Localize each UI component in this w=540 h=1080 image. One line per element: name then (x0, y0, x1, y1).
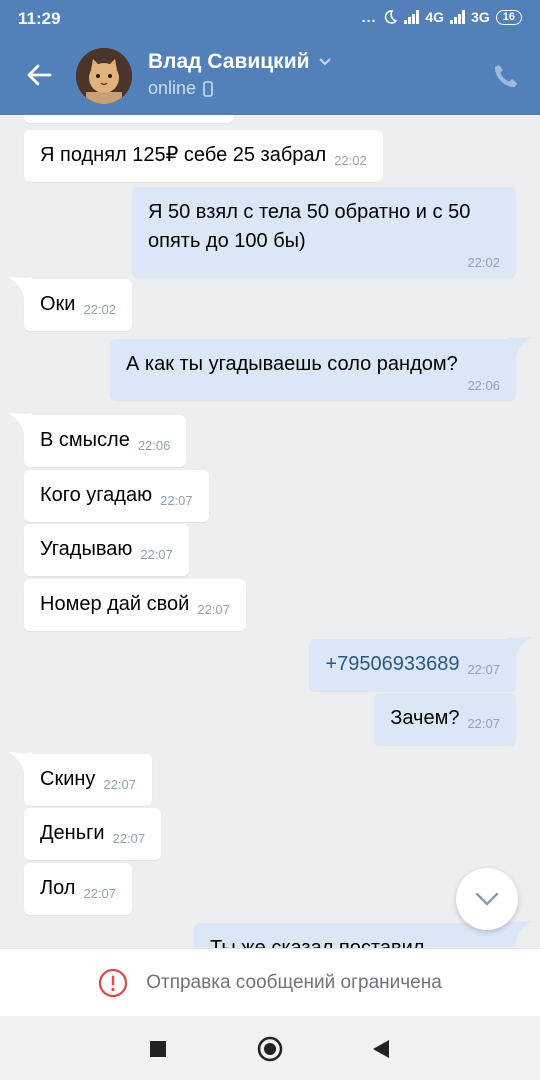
alert-circle-icon (99, 968, 128, 997)
recents-button[interactable] (143, 1034, 173, 1064)
message-incoming[interactable]: Оки 22:02 (24, 279, 133, 331)
message-text: Скину (40, 768, 96, 790)
message-text: А как ты угадываешь соло рандом? (126, 353, 458, 375)
moon-icon (385, 10, 398, 24)
phone-icon (495, 65, 517, 87)
message-outgoing[interactable]: Я 50 взял с тела 50 обратно и с 50 опять… (132, 187, 516, 277)
message-time: 22:07 (140, 547, 173, 562)
message-outgoing[interactable]: Зачем? 22:07 (374, 693, 516, 745)
message-incoming[interactable]: Я поднял 125₽ себе 25 забрал 22:02 (24, 130, 383, 182)
contact-status: online (148, 78, 213, 99)
back-button[interactable] (22, 58, 56, 92)
message-outgoing[interactable]: А как ты угадываешь соло рандом? 22:06 (110, 339, 516, 400)
notification-dots-icon: ... (361, 9, 377, 25)
status-icons: ... 4G 3G 16 (362, 9, 522, 25)
message-text: Я поднял 125₽ себе 25 забрал (40, 144, 327, 166)
message-time: 22:07 (160, 493, 193, 508)
message-time: 22:07 (467, 662, 500, 677)
phone-link[interactable]: +79506933689 (325, 653, 459, 675)
chevron-down-icon (475, 892, 499, 906)
signal-icon-1 (404, 10, 420, 24)
message-text: Деньги (40, 822, 105, 844)
message-time: 22:06 (137, 438, 171, 453)
chat-header: 11:29 ... 4G 3G 16 Влад Савицкий online (0, 0, 540, 115)
cat-photo-icon (76, 48, 132, 104)
status-bar: 11:29 ... 4G 3G 16 (0, 0, 540, 38)
call-button[interactable] (492, 62, 520, 90)
message-text: Номер дай свой (40, 593, 190, 615)
message-incoming[interactable]: Угадываю 22:07 (24, 524, 189, 576)
message-outgoing[interactable]: +79506933689 22:07 (309, 639, 516, 691)
message-outgoing-partial[interactable]: Ты же сказал поставил (194, 923, 516, 948)
message-incoming[interactable]: В смысле 22:06 (24, 415, 187, 467)
message-incoming[interactable]: Скину 22:07 (24, 754, 152, 806)
message-text: Угадываю (40, 538, 133, 560)
message-text: Кого угадаю (40, 484, 153, 506)
status-time: 11:29 (18, 9, 61, 28)
scroll-down-button[interactable] (456, 868, 518, 930)
message-time: 22:02 (334, 153, 367, 168)
triangle-back-icon (373, 1040, 389, 1058)
message-time: 22:02 (467, 255, 500, 270)
message-list[interactable]: Я поднял 125₽ себе 25 забрал 22:02 Я 50 в… (0, 115, 540, 948)
restriction-text: Отправка сообщений ограничена (146, 971, 442, 993)
message-time: 22:07 (103, 777, 136, 792)
home-circle-icon (257, 1036, 283, 1062)
avatar[interactable] (76, 48, 132, 104)
contact-name[interactable]: Влад Савицкий (148, 50, 332, 74)
contact-status-text: online (148, 78, 197, 98)
message-text: Ты же сказал поставил (210, 937, 425, 948)
message-text: Я 50 взял с тела 50 обратно и с 50 опять… (148, 201, 471, 252)
message-text: Зачем? (390, 707, 460, 729)
message-incoming[interactable]: Номер дай свой 22:07 (24, 579, 246, 631)
square-icon (150, 1041, 166, 1057)
message-time: 22:02 (83, 302, 117, 317)
system-nav-bar (0, 1016, 540, 1080)
arrow-left-icon (27, 64, 52, 86)
network-label-2: 3G (471, 9, 490, 25)
message-time: 22:07 (83, 886, 117, 901)
mobile-device-icon (203, 80, 213, 97)
message-text: В смысле (40, 429, 130, 451)
signal-icon-2 (450, 10, 466, 24)
battery-icon: 16 (495, 9, 522, 25)
message-incoming[interactable]: Деньги 22:07 (24, 808, 162, 860)
message-incoming[interactable]: Кого угадаю 22:07 (24, 470, 209, 522)
restriction-banner: Отправка сообщений ограничена (0, 948, 540, 1016)
message-partial (24, 115, 234, 123)
message-incoming[interactable]: Лол 22:07 (24, 863, 133, 915)
message-text: Лол (40, 877, 76, 899)
network-label-1: 4G (425, 9, 445, 25)
message-time: 22:07 (112, 831, 146, 846)
message-time: 22:07 (197, 602, 230, 617)
message-text: Оки (40, 293, 76, 315)
contact-name-text: Влад Савицкий (148, 50, 310, 73)
message-time: 22:06 (467, 378, 500, 393)
back-nav-button[interactable] (366, 1034, 396, 1064)
home-button[interactable] (255, 1034, 285, 1064)
chevron-down-icon (318, 58, 331, 66)
message-time: 22:07 (467, 716, 500, 731)
